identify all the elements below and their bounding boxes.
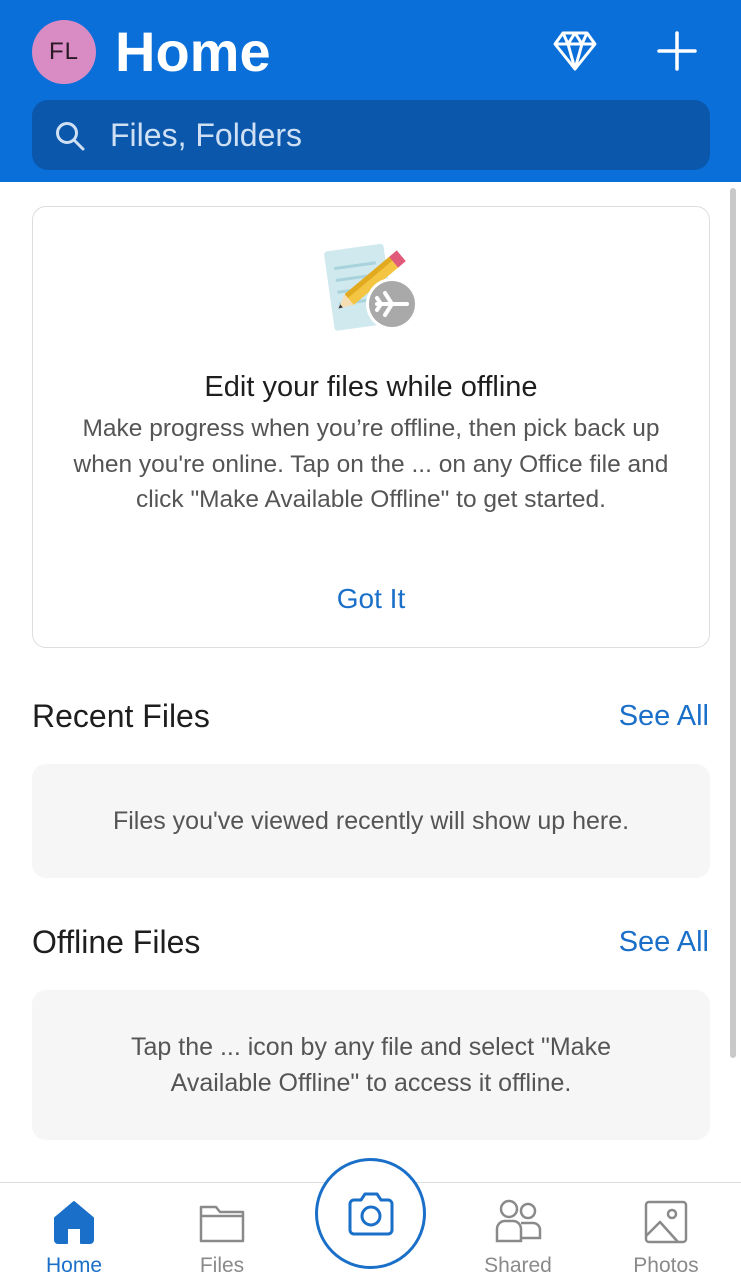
home-icon: [54, 1201, 94, 1244]
offline-files-title: Offline Files: [32, 924, 201, 960]
tab-home-label: Home: [45, 1254, 103, 1277]
app-header: FL Home Files, Folders: [0, 0, 741, 182]
page-title: Home: [115, 20, 271, 83]
scrollbar[interactable]: [730, 188, 736, 1058]
promo-title: Edit your files while offline: [204, 371, 538, 403]
offline-edit-illustration-icon: [324, 243, 418, 331]
diamond-icon[interactable]: [552, 28, 598, 74]
tab-photos-label: Photos: [633, 1254, 699, 1277]
tab-files-label: Files: [199, 1254, 245, 1277]
search-input[interactable]: Files, Folders: [110, 116, 302, 154]
tab-files[interactable]: Files: [162, 1183, 282, 1281]
got-it-button[interactable]: Got It: [33, 581, 709, 617]
camera-button[interactable]: [315, 1158, 426, 1269]
photo-icon: [644, 1200, 688, 1244]
folder-icon: [199, 1205, 245, 1243]
offline-files-see-all-link[interactable]: See All: [619, 922, 709, 962]
recent-files-title: Recent Files: [32, 698, 210, 734]
recent-files-see-all-link[interactable]: See All: [619, 696, 709, 736]
promo-description: Make progress when you’re offline, then …: [73, 415, 669, 513]
tab-shared-label: Shared: [484, 1254, 552, 1277]
search-icon: [56, 122, 85, 151]
camera-icon: [348, 1192, 393, 1235]
tab-home[interactable]: Home: [14, 1183, 134, 1281]
recent-files-empty-state: Files you've viewed recently will show u…: [32, 764, 710, 878]
people-icon: [495, 1199, 542, 1243]
plus-icon[interactable]: [654, 28, 700, 74]
tab-photos[interactable]: Photos: [606, 1183, 726, 1281]
offline-files-empty-text: Tap the ... icon by any file and select …: [131, 1033, 611, 1097]
avatar[interactable]: FL: [32, 20, 96, 84]
tab-shared[interactable]: Shared: [458, 1183, 578, 1281]
offline-promo-card: Edit your files while offline Make progr…: [32, 206, 710, 648]
recent-files-empty-text: Files you've viewed recently will show u…: [112, 807, 630, 835]
search-bar[interactable]: Files, Folders: [32, 100, 710, 170]
offline-files-empty-state: Tap the ... icon by any file and select …: [32, 990, 710, 1140]
